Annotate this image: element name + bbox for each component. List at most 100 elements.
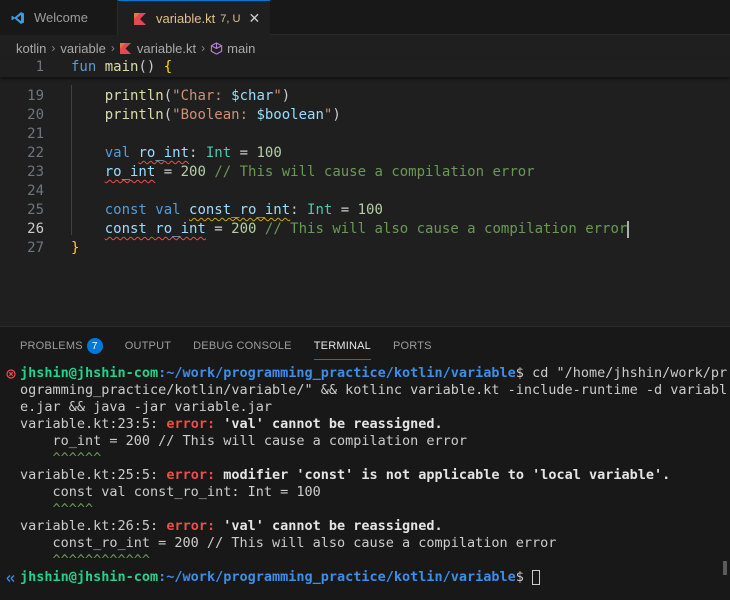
- tab-debug-console[interactable]: DEBUG CONSOLE: [193, 335, 292, 357]
- code-token: val: [155, 202, 190, 218]
- prompt-user: jhshin@jhshin-com: [20, 365, 159, 381]
- breadcrumb-folder-variable[interactable]: variable: [60, 41, 106, 56]
- code-text: println("Boolean: $boolean"): [71, 106, 341, 125]
- code-line[interactable]: 26 const ro_int = 200 // This will also …: [0, 220, 730, 239]
- error-label: error:: [166, 416, 216, 432]
- panel-tab-bar: PROBLEMS 7 OUTPUT DEBUG CONSOLE TERMINAL…: [20, 335, 454, 360]
- tab-problems[interactable]: PROBLEMS 7: [20, 335, 103, 357]
- tab-welcome-label: Welcome: [34, 10, 88, 25]
- method-cube-icon: [210, 41, 223, 55]
- error-location: variable.kt:25:5:: [20, 467, 167, 483]
- error-caret: ^^^^^^: [20, 450, 102, 466]
- close-icon[interactable]: ✕: [248, 10, 260, 27]
- code-token: val: [71, 145, 139, 161]
- code-token: $char: [231, 88, 274, 104]
- code-token: ": [273, 88, 282, 104]
- code-line[interactable]: 24: [0, 182, 730, 201]
- error-squiggle: ro_int: [138, 145, 190, 161]
- code-line[interactable]: 25 const val const_ro_int: Int = 100: [0, 201, 730, 220]
- code-token: Int: [205, 145, 232, 161]
- code-token: 100: [357, 202, 383, 218]
- error-line: variable.kt:23:5: error: 'val' cannot be…: [20, 416, 443, 433]
- code-text: ro_int = 200 // This will cause a compil…: [71, 163, 535, 182]
- code-text: }: [71, 239, 79, 258]
- code-token: "Boolean:: [172, 107, 257, 123]
- error-location: variable.kt:26:5:: [20, 518, 167, 534]
- tab-ports[interactable]: PORTS: [393, 335, 432, 357]
- line-number: 27: [27, 240, 44, 256]
- error-message: 'val' cannot be reassigned.: [215, 518, 443, 534]
- chevron-right-icon: ›: [201, 41, 206, 55]
- code-token: (: [163, 107, 173, 123]
- code-token: "Char:: [172, 88, 232, 104]
- code-token: 100: [256, 145, 282, 161]
- code-text: val ro_int: Int = 100: [71, 144, 282, 163]
- line-number: 26: [27, 221, 44, 237]
- code-token: 200: [231, 221, 257, 237]
- line-number: 25: [27, 202, 44, 218]
- tab-terminal[interactable]: TERMINAL: [313, 335, 372, 360]
- code-line[interactable]: 27}: [0, 239, 730, 258]
- error-message: 'val' cannot be reassigned.: [215, 416, 443, 432]
- line-number: 19: [27, 88, 44, 104]
- code-token: println: [71, 107, 164, 123]
- error-squiggle: const_ro_int: [189, 202, 291, 218]
- error-label: error:: [166, 467, 216, 483]
- breadcrumb-folder-kotlin[interactable]: kotlin: [16, 41, 46, 56]
- terminal-prompt-line: jhshin@jhshin-com:~/work/programming_pra…: [20, 569, 541, 586]
- line-number: 23: [27, 164, 44, 180]
- prompt-user: jhshin@jhshin-com: [20, 569, 159, 585]
- terminal-scrollbar[interactable]: [723, 561, 727, 575]
- tab-output[interactable]: OUTPUT: [125, 335, 171, 357]
- error-code: const val const_ro_int: Int = 100: [20, 484, 321, 500]
- code-line[interactable]: 22 val ro_int: Int = 100: [0, 144, 730, 163]
- error-circle-icon: [6, 367, 16, 379]
- editor-tab-bar: Welcome variable.kt 7, U ✕: [0, 0, 730, 36]
- code-token: }: [71, 240, 80, 256]
- code-token: fun: [71, 59, 105, 75]
- kotlin-file-icon: [132, 11, 148, 27]
- code-token: const_ro_int: [189, 202, 290, 218]
- sticky-scroll-line[interactable]: 1 fun main() {: [0, 58, 730, 77]
- code-token: 200: [180, 164, 206, 180]
- code-line[interactable]: 23 ro_int = 200 // This will cause a com…: [0, 163, 730, 182]
- code-token: ro_int: [71, 164, 156, 180]
- error-message: modifier 'const' is not applicable to 'l…: [215, 467, 671, 483]
- code-editor[interactable]: 1 fun main() {19 println("Char: $char") 20…: [0, 58, 730, 326]
- vscode-logo-icon: [10, 10, 26, 26]
- code-line[interactable]: 19 println("Char: $char"): [0, 87, 730, 106]
- code-token: $boolean: [256, 107, 324, 123]
- prompt-symbol: $: [515, 569, 524, 585]
- line-number: 1: [35, 59, 44, 75]
- code-token: =: [231, 145, 257, 161]
- code-token: ): [332, 107, 341, 123]
- breadcrumb-symbol-main[interactable]: main: [210, 41, 255, 56]
- chevron-right-icon: ›: [110, 41, 115, 55]
- error-caret: ^^^^^: [20, 501, 94, 517]
- kotlin-file-icon: [119, 42, 131, 54]
- code-text: println("Char: $char"): [71, 87, 291, 106]
- prompt-symbol: $: [515, 365, 524, 381]
- line-number: 22: [27, 145, 44, 161]
- error-line: variable.kt:26:5: error: 'val' cannot be…: [20, 518, 443, 535]
- code-token: main: [104, 59, 139, 75]
- tab-variable-kt[interactable]: variable.kt 7, U ✕: [118, 0, 270, 36]
- code-token: // This will also cause a compilation er…: [256, 221, 628, 237]
- code-token: (): [138, 59, 164, 75]
- code-token: :: [290, 202, 308, 218]
- code-line[interactable]: 20 println("Boolean: $boolean"): [0, 106, 730, 125]
- code-token: ro_int: [138, 145, 189, 161]
- code-line[interactable]: 21: [0, 125, 730, 144]
- tab-welcome[interactable]: Welcome: [0, 0, 118, 35]
- tab-problems-label: PROBLEMS: [20, 340, 83, 352]
- bottom-panel: PROBLEMS 7 OUTPUT DEBUG CONSOLE TERMINAL…: [0, 326, 730, 600]
- prompt-path: :~/work/programming_practice/kotlin/vari…: [158, 365, 516, 381]
- text-cursor: [627, 220, 630, 238]
- error-line: variable.kt:25:5: error: modifier 'const…: [20, 467, 670, 484]
- tab-problem-status: 7, U: [220, 12, 241, 25]
- tab-file-label: variable.kt: [156, 11, 216, 26]
- code-token: println: [71, 88, 164, 104]
- error-label: error:: [166, 518, 216, 534]
- error-code: const_ro_int = 200 // This will also cau…: [20, 535, 557, 551]
- breadcrumb-file[interactable]: variable.kt: [119, 41, 196, 56]
